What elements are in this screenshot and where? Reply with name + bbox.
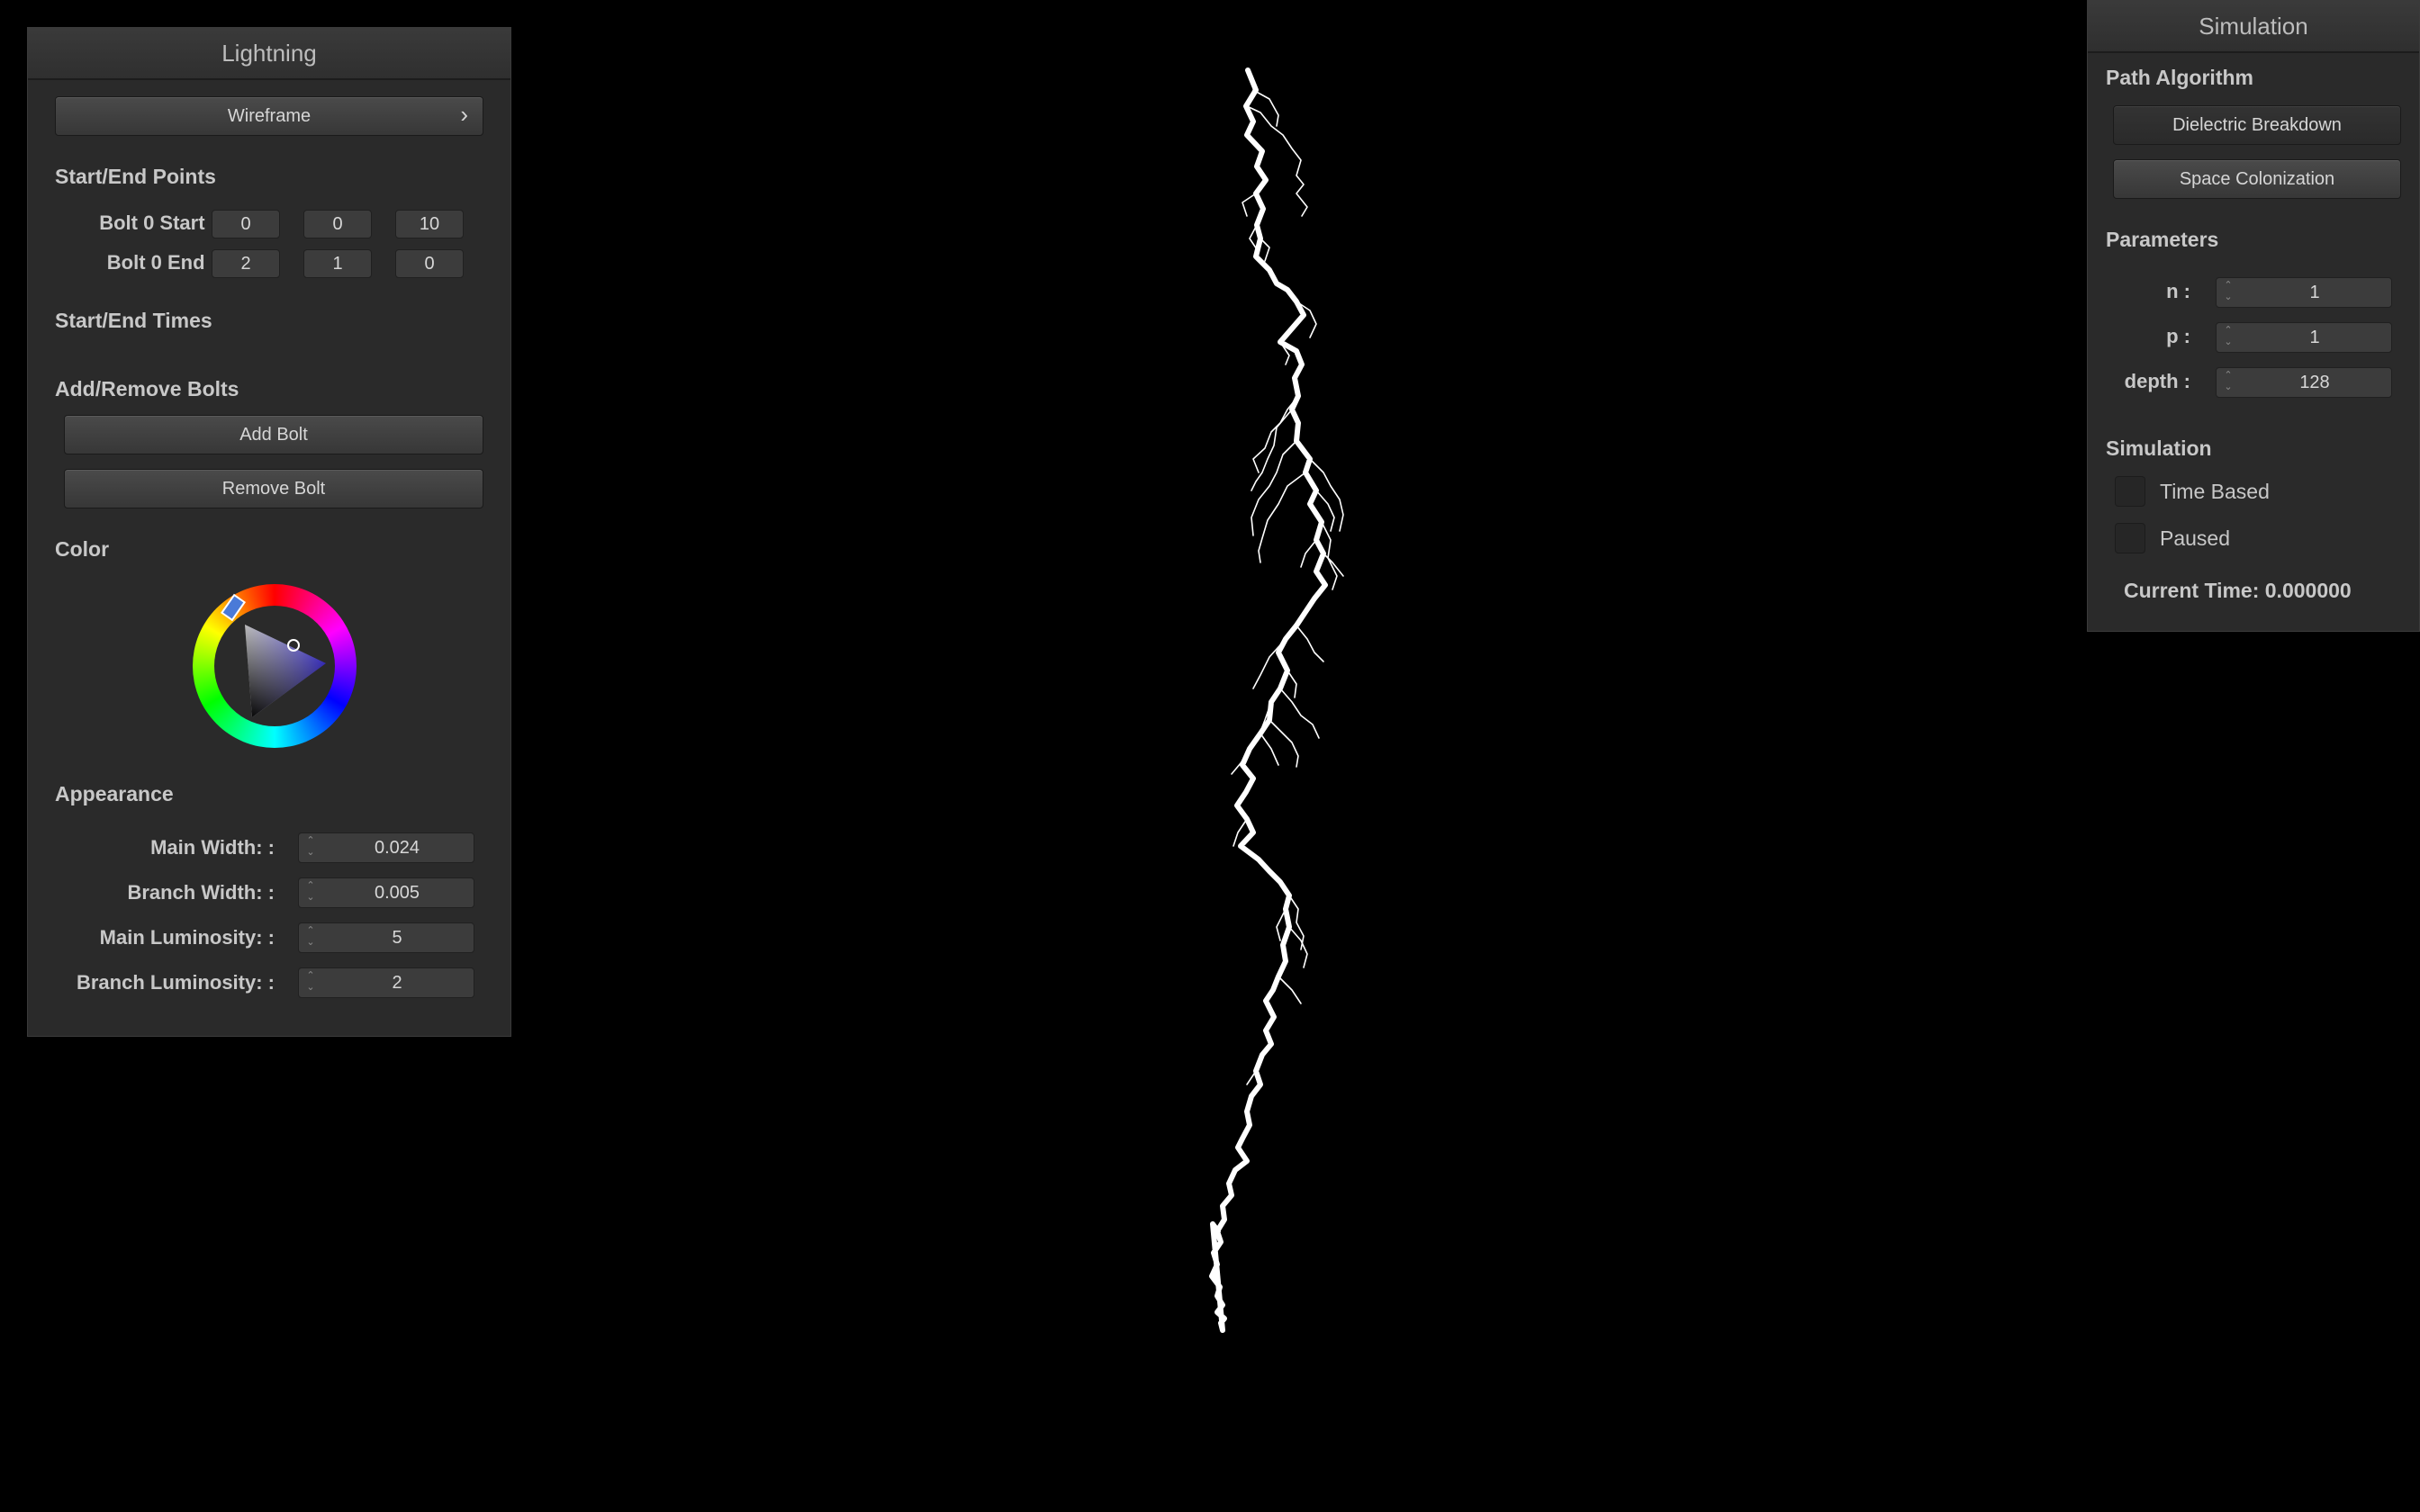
simulation-heading: Simulation (2106, 436, 2212, 460)
branch-width-value: 0.005 (374, 883, 420, 903)
color-wheel[interactable] (193, 584, 357, 748)
depth-spinbox[interactable]: ⌃ ⌄ 128 (2216, 367, 2392, 398)
lightning-bolt (1209, 68, 1344, 1333)
lightning-panel-title[interactable]: Lightning (28, 28, 510, 80)
space-colonization-button[interactable]: Space Colonization (2113, 159, 2401, 199)
branch-width-spinbox[interactable]: ⌃ ⌄ 0.005 (298, 878, 474, 908)
appearance-heading: Appearance (55, 782, 174, 806)
color-triangle[interactable] (193, 584, 357, 748)
chevron-right-icon: › (460, 101, 468, 128)
spin-arrows-icon[interactable]: ⌃ ⌄ (2222, 280, 2235, 305)
bolt-end-z-field[interactable]: 0 (395, 249, 464, 278)
branch-width-label: Branch Width: : (127, 881, 275, 904)
lightning-panel: Lightning Wireframe › Start/End Points B… (27, 27, 511, 1037)
time-based-checkbox[interactable] (2115, 476, 2145, 507)
n-label: n : (2166, 280, 2190, 302)
start-end-points-heading: Start/End Points (55, 165, 216, 188)
spin-arrows-icon[interactable]: ⌃ ⌄ (304, 880, 317, 905)
parameters-heading: Parameters (2106, 228, 2219, 251)
p-label: p : (2166, 325, 2190, 347)
bolt-end-x-field[interactable]: 2 (212, 249, 280, 278)
bolt-start-label: Bolt 0 Start : (99, 212, 217, 234)
bolt-start-x-field[interactable]: 0 (212, 210, 280, 238)
start-end-times-heading[interactable]: Start/End Times (55, 309, 212, 333)
add-bolt-button[interactable]: Add Bolt (64, 415, 483, 454)
bolt-start-z-field[interactable]: 10 (395, 210, 464, 238)
n-spinbox[interactable]: ⌃ ⌄ 1 (2216, 277, 2392, 308)
main-width-label: Main Width: : (150, 836, 275, 859)
color-heading: Color (55, 537, 110, 561)
main-luminosity-spinbox[interactable]: ⌃ ⌄ 5 (298, 922, 474, 953)
dielectric-breakdown-button[interactable]: Dielectric Breakdown (2113, 105, 2401, 145)
simulation-panel: Simulation Path Algorithm Dielectric Bre… (2087, 0, 2420, 632)
spin-arrows-icon[interactable]: ⌃ ⌄ (304, 925, 317, 950)
wireframe-button-label: Wireframe (227, 106, 312, 126)
remove-bolt-button[interactable]: Remove Bolt (64, 469, 483, 508)
simulation-panel-title[interactable]: Simulation (2088, 1, 2419, 53)
bolt-start-y-field[interactable]: 0 (303, 210, 372, 238)
bolt-main-channel (1209, 68, 1328, 1333)
current-time-readout: Current Time: 0.000000 (2124, 579, 2352, 602)
paused-label[interactable]: Paused (2160, 526, 2230, 551)
main-luminosity-value: 5 (392, 928, 402, 948)
paused-checkbox[interactable] (2115, 523, 2145, 554)
path-algorithm-heading: Path Algorithm (2106, 66, 2253, 89)
hue-selector-handle (220, 593, 247, 622)
spin-arrows-icon[interactable]: ⌃ ⌄ (304, 835, 317, 860)
bolt-end-y-field[interactable]: 1 (303, 249, 372, 278)
time-based-label[interactable]: Time Based (2160, 480, 2270, 504)
depth-label: depth : (2124, 370, 2190, 392)
spin-arrows-icon[interactable]: ⌃ ⌄ (2222, 325, 2235, 350)
wireframe-button[interactable]: Wireframe › (55, 96, 483, 136)
branch-luminosity-label: Branch Luminosity: : (76, 971, 275, 994)
add-remove-bolts-heading: Add/Remove Bolts (55, 377, 239, 400)
n-value: 1 (2309, 283, 2320, 302)
spin-arrows-icon[interactable]: ⌃ ⌄ (304, 970, 317, 995)
bolt-end-label: Bolt 0 End : (106, 251, 217, 274)
p-value: 1 (2309, 328, 2320, 347)
main-luminosity-label: Main Luminosity: : (99, 926, 275, 949)
main-width-value: 0.024 (374, 838, 420, 858)
spin-arrows-icon[interactable]: ⌃ ⌄ (2222, 370, 2235, 395)
p-spinbox[interactable]: ⌃ ⌄ 1 (2216, 322, 2392, 353)
main-width-spinbox[interactable]: ⌃ ⌄ 0.024 (298, 832, 474, 863)
depth-value: 128 (2299, 373, 2330, 392)
branch-luminosity-value: 2 (392, 973, 402, 993)
branch-luminosity-spinbox[interactable]: ⌃ ⌄ 2 (298, 968, 474, 998)
